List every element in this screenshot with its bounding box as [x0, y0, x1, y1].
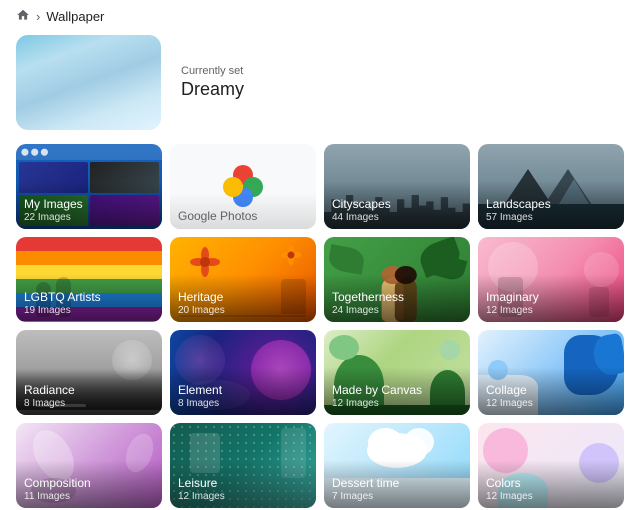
grid-item-element[interactable]: Element 8 Images: [170, 330, 316, 415]
landscapes-count: 57 Images: [486, 212, 616, 223]
currently-set-label: Currently set: [181, 65, 244, 77]
made-by-canvas-overlay: Made by Canvas 12 Images: [324, 367, 470, 415]
current-wallpaper-info: Currently set Dreamy: [181, 65, 244, 100]
lgbtq-overlay: LGBTQ Artists 19 Images: [16, 274, 162, 322]
made-by-canvas-name: Made by Canvas: [332, 383, 462, 397]
heritage-overlay: Heritage 20 Images: [170, 274, 316, 322]
breadcrumb-page-title: Wallpaper: [46, 9, 104, 24]
grid-item-my-images[interactable]: ⬤ ⬤ ⬤ My Images 22 Images: [16, 144, 162, 229]
current-wallpaper-name: Dreamy: [181, 79, 244, 100]
wallpaper-grid: ⬤ ⬤ ⬤ My Images 22 Images: [0, 144, 640, 508]
togetherness-overlay: Togetherness 24 Images: [324, 274, 470, 322]
collage-overlay: Collage 12 Images: [478, 367, 624, 415]
current-wallpaper-thumbnail[interactable]: [16, 35, 161, 130]
heritage-name: Heritage: [178, 290, 308, 304]
breadcrumb-separator: ›: [36, 9, 40, 24]
grid-item-leisure[interactable]: Leisure 12 Images: [170, 423, 316, 508]
grid-item-landscapes[interactable]: Landscapes 57 Images: [478, 144, 624, 229]
current-wallpaper-section: Currently set Dreamy: [0, 31, 640, 144]
google-photos-overlay: Google Photos: [170, 193, 316, 229]
radiance-name: Radiance: [24, 383, 154, 397]
radiance-overlay: Radiance 8 Images: [16, 367, 162, 415]
breadcrumb: › Wallpaper: [0, 0, 640, 31]
landscapes-name: Landscapes: [486, 197, 616, 211]
my-images-overlay: My Images 22 Images: [16, 181, 162, 229]
made-by-canvas-count: 12 Images: [332, 398, 462, 409]
grid-item-made-by-canvas[interactable]: Made by Canvas 12 Images: [324, 330, 470, 415]
grid-item-dessert-time[interactable]: Dessert time 7 Images: [324, 423, 470, 508]
togetherness-count: 24 Images: [332, 305, 462, 316]
element-overlay: Element 8 Images: [170, 367, 316, 415]
grid-item-composition[interactable]: Composition 11 Images: [16, 423, 162, 508]
cityscapes-overlay: Cityscapes 44 Images: [324, 181, 470, 229]
togetherness-name: Togetherness: [332, 290, 462, 304]
grid-item-imaginary[interactable]: Imaginary 12 Images: [478, 237, 624, 322]
grid-item-google-photos[interactable]: Google Photos: [170, 144, 316, 229]
colors-name: Colors: [486, 476, 616, 490]
element-name: Element: [178, 383, 308, 397]
colors-overlay: Colors 12 Images: [478, 460, 624, 508]
cityscapes-count: 44 Images: [332, 212, 462, 223]
leisure-overlay: Leisure 12 Images: [170, 460, 316, 508]
leisure-count: 12 Images: [178, 491, 308, 502]
home-icon[interactable]: [16, 8, 30, 25]
element-count: 8 Images: [178, 398, 308, 409]
grid-item-colors[interactable]: Colors 12 Images: [478, 423, 624, 508]
grid-item-cityscapes[interactable]: Cityscapes 44 Images: [324, 144, 470, 229]
grid-item-radiance[interactable]: Radiance 8 Images: [16, 330, 162, 415]
google-photos-name: Google Photos: [178, 209, 308, 223]
composition-count: 11 Images: [24, 491, 154, 502]
imaginary-name: Imaginary: [486, 290, 616, 304]
lgbtq-name: LGBTQ Artists: [24, 290, 154, 304]
grid-item-collage[interactable]: Collage 12 Images: [478, 330, 624, 415]
dessert-time-count: 7 Images: [332, 491, 462, 502]
imaginary-count: 12 Images: [486, 305, 616, 316]
leisure-name: Leisure: [178, 476, 308, 490]
colors-count: 12 Images: [486, 491, 616, 502]
collage-count: 12 Images: [486, 398, 616, 409]
grid-item-heritage[interactable]: Heritage 20 Images: [170, 237, 316, 322]
cityscapes-name: Cityscapes: [332, 197, 462, 211]
radiance-count: 8 Images: [24, 398, 154, 409]
landscapes-overlay: Landscapes 57 Images: [478, 181, 624, 229]
my-images-name: My Images: [24, 197, 154, 211]
dessert-time-name: Dessert time: [332, 476, 462, 490]
lgbtq-count: 19 Images: [24, 305, 154, 316]
composition-name: Composition: [24, 476, 154, 490]
my-images-count: 22 Images: [24, 212, 154, 223]
collage-name: Collage: [486, 383, 616, 397]
imaginary-overlay: Imaginary 12 Images: [478, 274, 624, 322]
grid-item-togetherness[interactable]: Togetherness 24 Images: [324, 237, 470, 322]
grid-item-lgbtq[interactable]: LGBTQ Artists 19 Images: [16, 237, 162, 322]
heritage-count: 20 Images: [178, 305, 308, 316]
composition-overlay: Composition 11 Images: [16, 460, 162, 508]
dessert-time-overlay: Dessert time 7 Images: [324, 460, 470, 508]
